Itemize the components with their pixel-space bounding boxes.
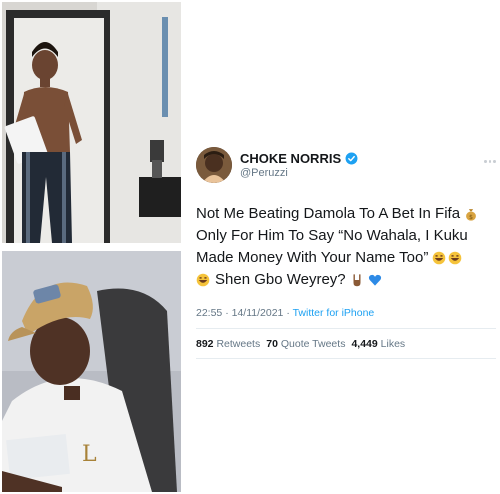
avatar[interactable] (196, 147, 232, 183)
grinning-sweat-icon (449, 251, 462, 265)
retweets-label: Retweets (216, 338, 261, 350)
blue-heart-icon (368, 274, 381, 286)
grinning-sweat-icon (433, 251, 446, 265)
tweet-time[interactable]: 22:55 (196, 307, 222, 319)
photo-man-in-cap: L (2, 251, 181, 492)
photo-column: L (0, 0, 183, 494)
verified-badge-icon (345, 152, 358, 165)
meta-separator: · (225, 307, 229, 319)
quote-tweets-stat[interactable]: 70 Quote Tweets (266, 338, 345, 350)
tweet-text-line-2: Only For Him To Say “No Wahala, I Kuku (196, 227, 468, 244)
svg-text:$: $ (469, 214, 473, 221)
tweet-meta: 22:55 · 14/11/2021 · Twitter for iPhone (196, 307, 374, 319)
tweet-date[interactable]: 14/11/2021 (232, 307, 284, 319)
likes-label: Likes (380, 338, 406, 350)
tweet-text-line-3: Made Money With Your Name Too” (196, 249, 429, 266)
tweet-text: Not Me Beating Damola To A Bet In Fifa $… (196, 203, 496, 291)
grinning-sweat-icon (196, 273, 210, 287)
rock-hand-icon (353, 274, 361, 287)
divider (196, 358, 496, 359)
meta-separator: · (286, 307, 290, 319)
svg-text:L: L (82, 442, 97, 467)
money-bag-icon: $ (466, 209, 476, 221)
divider (196, 328, 496, 329)
more-dots-icon[interactable] (484, 160, 497, 163)
photo-shirtless-man (2, 2, 181, 243)
retweets-count: 892 (196, 338, 214, 350)
retweets-stat[interactable]: 892 Retweets (196, 338, 260, 350)
likes-count: 4,449 (351, 338, 378, 350)
tweet-text-line-1: Not Me Beating Damola To A Bet In Fifa (196, 205, 461, 222)
engagement-stats: 892 Retweets 70 Quote Tweets 4,449 Likes (196, 338, 405, 350)
author-name-row[interactable]: CHOKE NORRIS (240, 151, 358, 166)
quotes-count: 70 (266, 338, 278, 350)
tweet-text-line-4: Shen Gbo Weyrey? (215, 271, 346, 288)
display-name[interactable]: CHOKE NORRIS (240, 151, 341, 166)
quotes-label: Quote Tweets (280, 338, 346, 350)
user-handle[interactable]: @Peruzzi (240, 167, 288, 179)
tweet-source-link[interactable]: Twitter for iPhone (293, 307, 375, 319)
likes-stat[interactable]: 4,449 Likes (351, 338, 405, 350)
